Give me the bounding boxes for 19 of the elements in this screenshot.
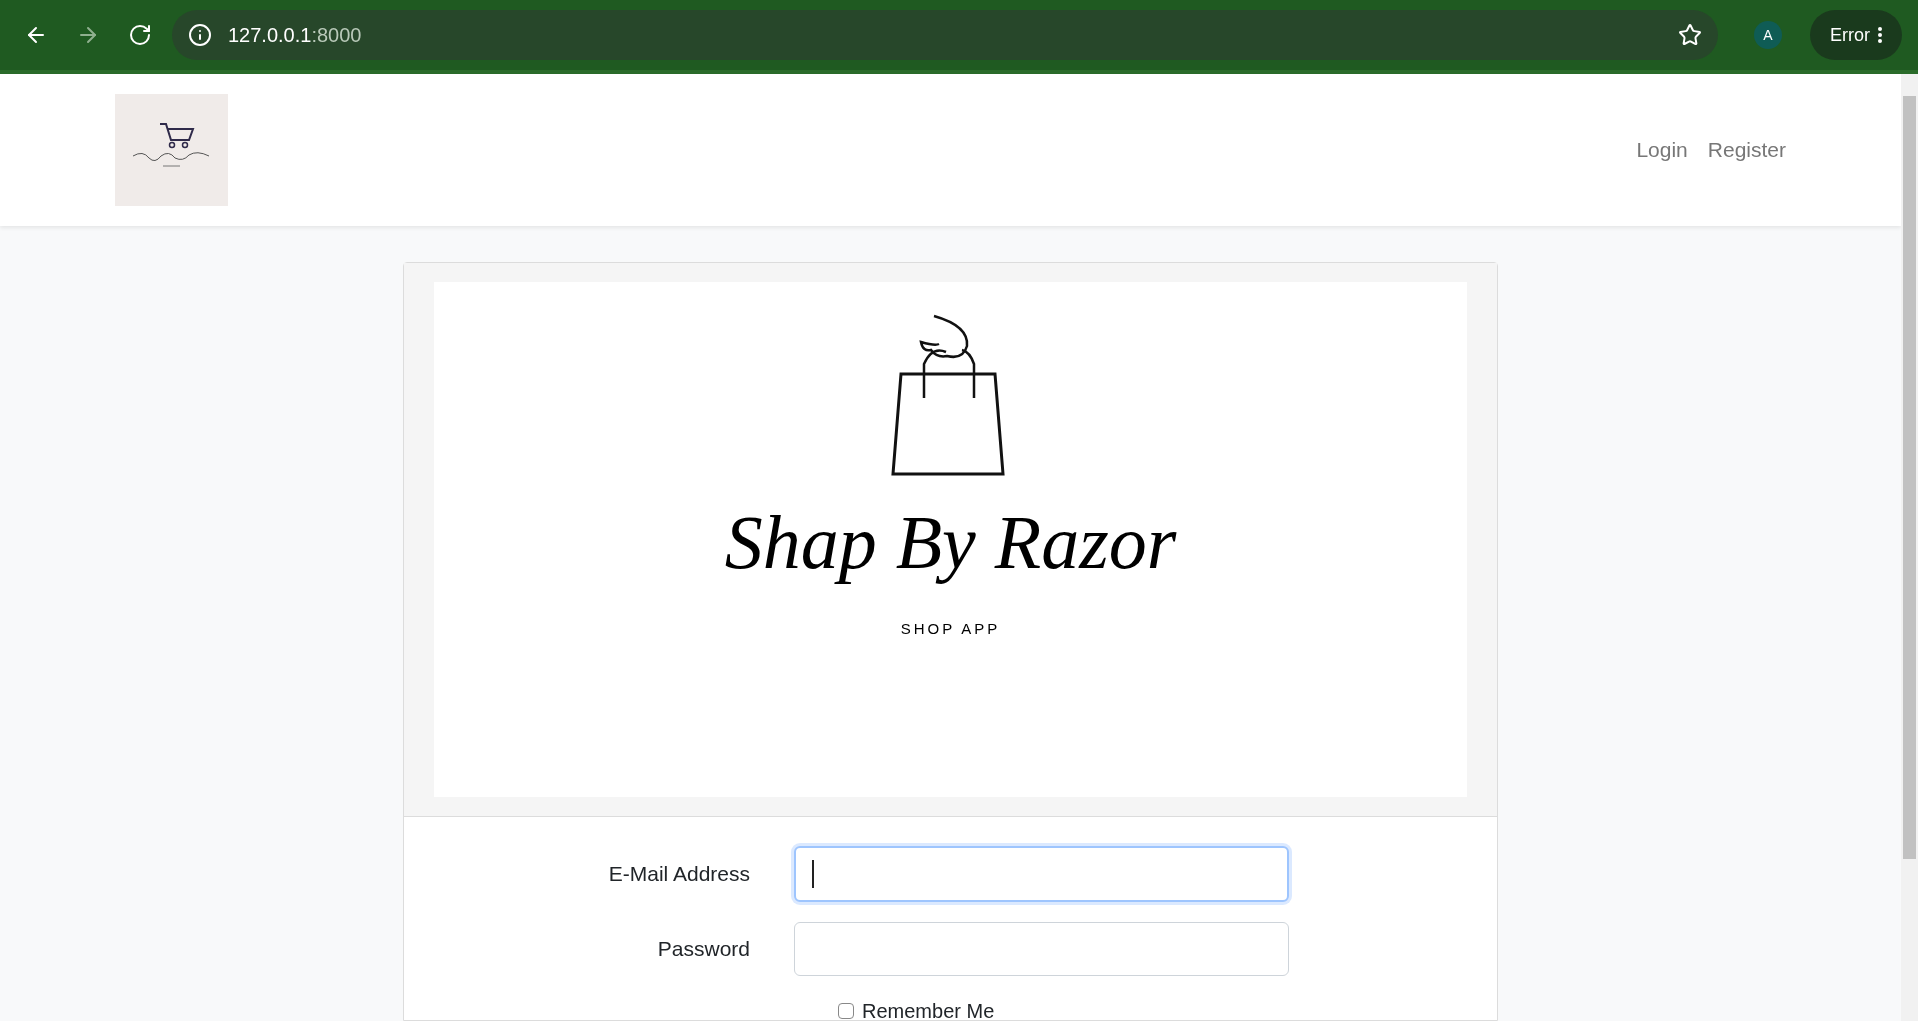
bookmark-star-icon[interactable] bbox=[1678, 23, 1702, 47]
profile-avatar[interactable]: A bbox=[1754, 21, 1782, 49]
brand-subtitle: SHOP APP bbox=[900, 619, 1001, 639]
email-field[interactable] bbox=[794, 846, 1289, 902]
address-bar[interactable]: 127.0.0.1:8000 bbox=[172, 10, 1718, 60]
logo-drawing[interactable] bbox=[115, 94, 228, 206]
url-text: 127.0.0.1:8000 bbox=[228, 23, 362, 48]
remember-checkbox[interactable] bbox=[838, 1003, 854, 1019]
field-label: Password bbox=[656, 936, 751, 963]
info-icon[interactable] bbox=[188, 23, 212, 47]
nav-link[interactable]: Login bbox=[1636, 134, 1688, 166]
scrollbar[interactable] bbox=[1901, 74, 1918, 1021]
password-field[interactable] bbox=[794, 922, 1289, 976]
nav-link[interactable]: Register bbox=[1707, 134, 1786, 166]
error-button[interactable]: Error bbox=[1810, 10, 1902, 60]
field-label: E-Mail Address bbox=[607, 861, 751, 888]
more-icon bbox=[1878, 27, 1882, 43]
reload-icon[interactable] bbox=[128, 23, 152, 47]
remember-label: Remember Me bbox=[862, 999, 995, 1021]
